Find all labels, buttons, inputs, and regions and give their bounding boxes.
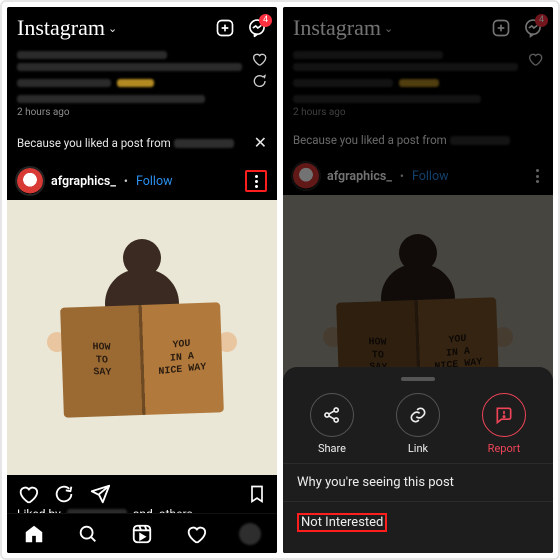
sheet-not-interested-option[interactable]: Not Interested — [283, 501, 553, 543]
app-logo-dropdown[interactable]: Instagram ⌄ — [293, 15, 393, 41]
share-icon — [310, 393, 354, 437]
suggestion-user-blurred — [450, 136, 510, 145]
dm-badge: 4 — [259, 14, 272, 27]
screenshot-right: Instagram ⌄ 4 2 hours ago — [283, 7, 553, 553]
profile-icon[interactable] — [239, 523, 261, 545]
illustration-book: HOW TO SAY YOU IN A NICE WAY — [60, 302, 224, 418]
sheet-share[interactable]: Share — [310, 393, 354, 455]
app-logo-text: Instagram — [293, 15, 381, 41]
post-header: afgraphics_ • Follow — [283, 157, 553, 195]
like-icon[interactable] — [251, 51, 267, 67]
screenshot-left: Instagram ⌄ 4 — [7, 7, 277, 553]
book-text-left: HOW TO SAY — [64, 311, 140, 411]
sheet-share-label: Share — [318, 442, 346, 455]
dm-badge: 4 — [535, 14, 548, 27]
prev-post-timestamp: 2 hours ago — [293, 107, 543, 118]
previous-post-blurred: 2 hours ago — [7, 45, 277, 122]
prev-post-timestamp: 2 hours ago — [17, 107, 267, 118]
messenger-icon[interactable]: 4 — [523, 18, 543, 38]
sheet-report-label: Report — [488, 442, 521, 455]
sheet-link-label: Link — [408, 442, 428, 455]
suggestion-user-blurred — [174, 139, 234, 148]
sheet-handle[interactable] — [401, 377, 435, 381]
reels-icon[interactable] — [131, 523, 153, 545]
top-bar: Instagram ⌄ 4 — [7, 7, 277, 45]
sheet-report[interactable]: Report — [482, 393, 526, 455]
search-icon[interactable] — [77, 523, 99, 545]
separator-dot: • — [400, 169, 404, 183]
separator-dot: • — [124, 174, 128, 188]
post-username[interactable]: afgraphics_ — [51, 174, 116, 189]
home-icon[interactable] — [23, 523, 45, 545]
follow-button[interactable]: Follow — [412, 169, 449, 184]
post-header: afgraphics_ • Follow — [7, 162, 277, 200]
more-options-icon — [255, 175, 258, 188]
comment-icon[interactable] — [251, 73, 267, 89]
activity-icon[interactable] — [185, 523, 207, 545]
new-post-icon[interactable] — [215, 18, 235, 38]
action-sheet: Share Link Report Why you're seeing this… — [283, 367, 553, 553]
book-text-right: YOU IN A NICE WAY — [144, 306, 219, 411]
follow-button[interactable]: Follow — [136, 174, 173, 189]
like-icon[interactable] — [17, 483, 39, 505]
comment-icon[interactable] — [53, 483, 75, 505]
save-icon[interactable] — [247, 483, 267, 505]
app-logo-dropdown[interactable]: Instagram ⌄ — [17, 15, 117, 41]
sheet-why-option[interactable]: Why you're seeing this post — [283, 463, 553, 501]
suggestion-prefix: Because you liked a post from — [17, 136, 174, 150]
suggestion-banner: Because you liked a post from ✕ — [7, 122, 277, 162]
link-icon — [396, 393, 440, 437]
suggestion-banner: Because you liked a post from — [283, 122, 553, 157]
avatar[interactable] — [293, 163, 319, 189]
new-post-icon[interactable] — [491, 18, 511, 38]
chevron-down-icon: ⌄ — [108, 22, 117, 35]
post-actions — [7, 475, 277, 507]
previous-post-blurred: 2 hours ago — [283, 45, 553, 122]
sheet-link[interactable]: Link — [396, 393, 440, 455]
more-options-button[interactable] — [245, 170, 267, 192]
report-icon — [482, 393, 526, 437]
post-image[interactable]: HOW TO SAY YOU IN A NICE WAY — [7, 200, 277, 475]
suggestion-prefix: Because you liked a post from — [293, 133, 450, 147]
app-logo-text: Instagram — [17, 15, 105, 41]
like-icon[interactable] — [527, 51, 543, 67]
chevron-down-icon: ⌄ — [384, 22, 393, 35]
not-interested-label: Not Interested — [297, 513, 387, 532]
avatar[interactable] — [17, 168, 43, 194]
post-username[interactable]: afgraphics_ — [327, 169, 392, 184]
more-options-button[interactable] — [532, 165, 543, 187]
close-icon[interactable]: ✕ — [254, 133, 267, 152]
top-bar: Instagram ⌄ 4 — [283, 7, 553, 45]
share-icon[interactable] — [89, 483, 111, 505]
bottom-nav — [7, 513, 277, 553]
messenger-icon[interactable]: 4 — [247, 18, 267, 38]
